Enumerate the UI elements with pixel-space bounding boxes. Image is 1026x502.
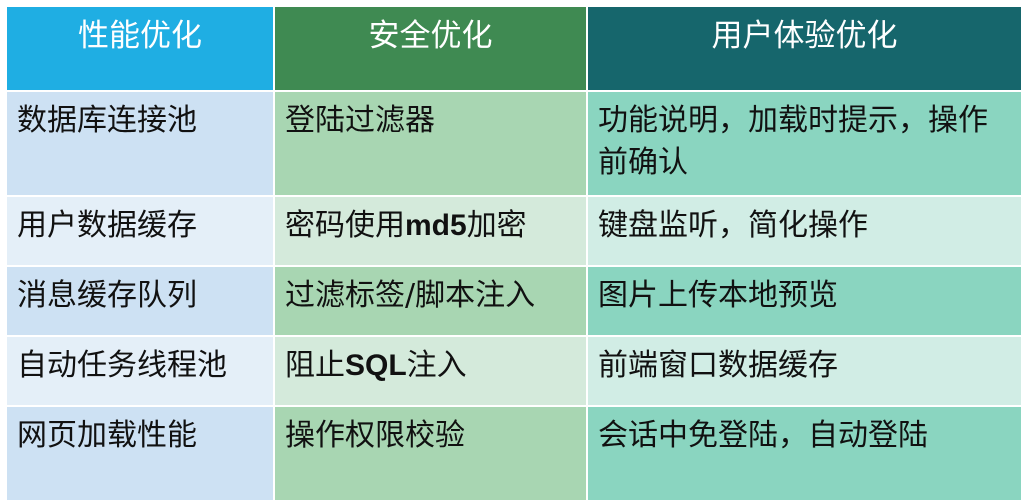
header-user-experience: 用户体验优化 (586, 5, 1023, 92)
table-row: 数据库连接池 登陆过滤器 功能说明，加载时提示，操作前确认 (5, 90, 1023, 197)
cell-performance: 自动任务线程池 (5, 335, 275, 407)
header-performance: 性能优化 (5, 5, 275, 92)
cell-security: 登陆过滤器 (273, 90, 588, 197)
cell-user-experience: 会话中免登陆，自动登陆 (586, 405, 1023, 502)
cell-performance: 消息缓存队列 (5, 265, 275, 337)
text: 密码使用 (285, 208, 405, 243)
bold-text: md5 (405, 209, 467, 242)
cell-performance: 数据库连接池 (5, 90, 275, 197)
optimization-table: 性能优化 安全优化 用户体验优化 数据库连接池 登陆过滤器 功能说明，加载时提示… (5, 5, 1023, 502)
header-security: 安全优化 (273, 5, 588, 92)
text: 加密 (466, 208, 527, 243)
cell-user-experience: 图片上传本地预览 (586, 265, 1023, 337)
cell-security: 密码使用md5加密 (273, 195, 588, 267)
table-row: 用户数据缓存 密码使用md5加密 键盘监听，简化操作 (5, 195, 1023, 267)
table-row: 网页加载性能 操作权限校验 会话中免登陆，自动登陆 (5, 405, 1023, 502)
bold-text: SQL (345, 349, 407, 382)
cell-user-experience: 键盘监听，简化操作 (586, 195, 1023, 267)
table-row: 自动任务线程池 阻止SQL注入 前端窗口数据缓存 (5, 335, 1023, 407)
cell-performance: 用户数据缓存 (5, 195, 275, 267)
cell-user-experience: 前端窗口数据缓存 (586, 335, 1023, 407)
cell-security: 操作权限校验 (273, 405, 588, 502)
cell-security: 过滤标签/脚本注入 (273, 265, 588, 337)
header-row: 性能优化 安全优化 用户体验优化 (5, 5, 1023, 92)
cell-user-experience: 功能说明，加载时提示，操作前确认 (586, 90, 1023, 197)
table-row: 消息缓存队列 过滤标签/脚本注入 图片上传本地预览 (5, 265, 1023, 337)
text: 注入 (406, 348, 467, 383)
cell-performance: 网页加载性能 (5, 405, 275, 502)
cell-security: 阻止SQL注入 (273, 335, 588, 407)
text: 阻止 (285, 348, 345, 383)
